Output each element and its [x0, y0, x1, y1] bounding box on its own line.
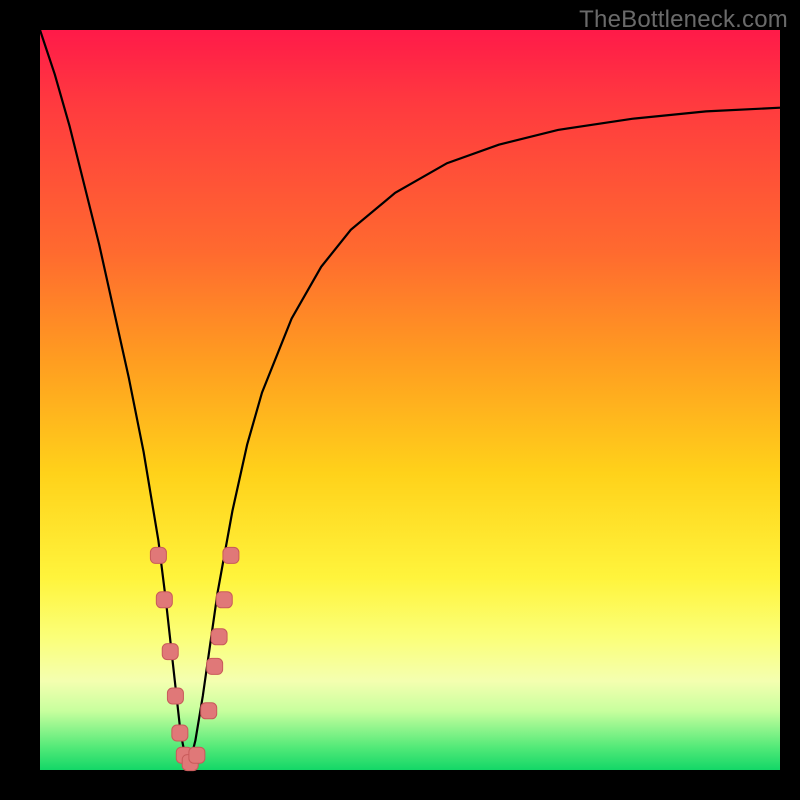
- curve-marker: [150, 547, 166, 563]
- curve-marker: [207, 658, 223, 674]
- curve-marker: [162, 644, 178, 660]
- bottleneck-curve-svg: [40, 30, 780, 770]
- curve-marker: [201, 703, 217, 719]
- curve-marker: [189, 747, 205, 763]
- curve-marker: [156, 592, 172, 608]
- watermark-text: TheBottleneck.com: [579, 6, 788, 34]
- chart-frame: TheBottleneck.com: [0, 0, 800, 800]
- curve-marker: [216, 592, 232, 608]
- curve-marker: [211, 629, 227, 645]
- curve-marker: [172, 725, 188, 741]
- curve-marker: [223, 547, 239, 563]
- curve-marker: [167, 688, 183, 704]
- plot-area: [40, 30, 780, 770]
- bottleneck-curve: [40, 30, 780, 770]
